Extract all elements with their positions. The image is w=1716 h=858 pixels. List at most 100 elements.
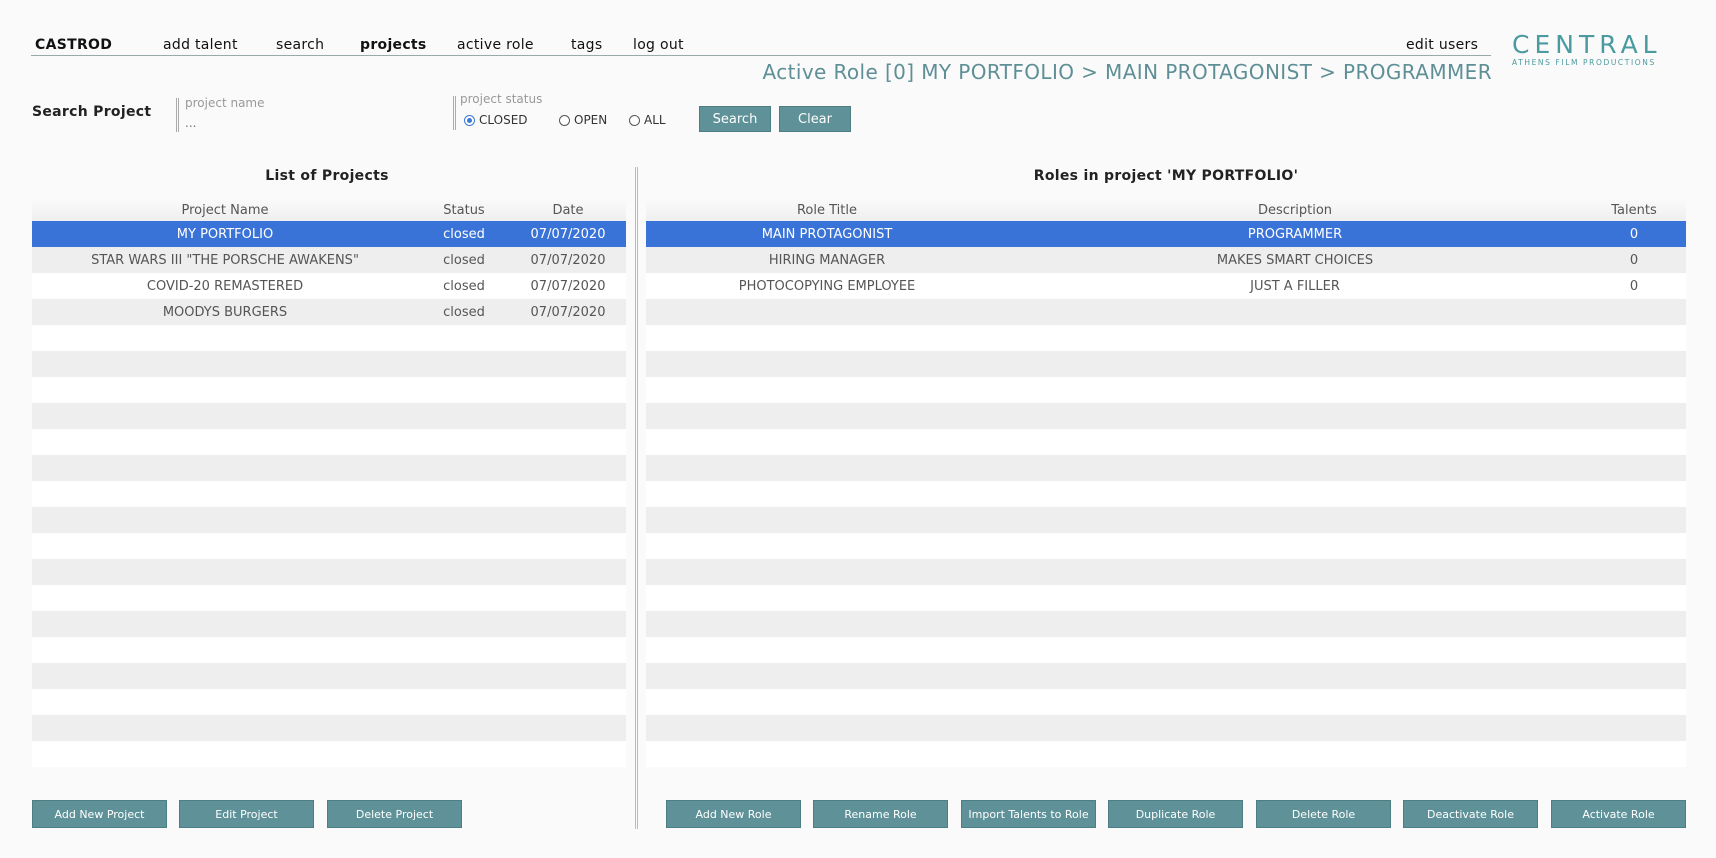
role-row[interactable]: PHOTOCOPYING EMPLOYEE JUST A FILLER 0 (646, 273, 1686, 299)
status-radio-open[interactable]: OPEN (559, 113, 607, 127)
table-cell: MY PORTFOLIO (176, 226, 274, 242)
empty-row (32, 351, 626, 377)
project-row[interactable]: MY PORTFOLIO closed 07/07/2020 (32, 221, 626, 247)
empty-row (646, 585, 1686, 611)
empty-row (646, 299, 1686, 325)
status-open-label: OPEN (574, 113, 608, 127)
add-new-role-button[interactable]: Add New Role (666, 800, 801, 828)
empty-row (646, 715, 1686, 741)
empty-row (646, 637, 1686, 663)
project-row[interactable]: STAR WARS III "THE PORSCHE AWAKENS" close… (32, 247, 626, 273)
table-cell: MOODYS BURGERS (162, 304, 288, 320)
radio-unchecked-icon (629, 114, 640, 126)
brand-castrod[interactable]: CASTROD (35, 37, 112, 53)
central-logo: CENTRAL ATHENS FILM PRODUCTIONS (1512, 30, 1692, 67)
nav-divider (31, 55, 1491, 56)
empty-row (646, 325, 1686, 351)
name-field-bar (176, 98, 179, 132)
table-cell: 07/07/2020 (530, 252, 606, 268)
import-talents-button[interactable]: Import Talents to Role (961, 800, 1096, 828)
project-row[interactable]: COVID-20 REMASTERED closed 07/07/2020 (32, 273, 626, 299)
status-radio-all[interactable]: ALL (629, 113, 666, 127)
empty-row (32, 715, 626, 741)
nav-tags[interactable]: tags (571, 37, 602, 53)
duplicate-role-button[interactable]: Duplicate Role (1108, 800, 1243, 828)
table-cell: closed (443, 226, 485, 242)
empty-row (32, 663, 626, 689)
nav-projects[interactable]: projects (360, 37, 427, 53)
empty-row (32, 429, 626, 455)
table-cell: 0 (1629, 226, 1639, 242)
empty-row (646, 351, 1686, 377)
project-row[interactable]: MOODYS BURGERS closed 07/07/2020 (32, 299, 626, 325)
empty-row (32, 325, 626, 351)
roles-table-body: MAIN PROTAGONIST PROGRAMMER 0 HIRING MANAGE… (646, 221, 1686, 767)
project-status-label: project status (460, 92, 543, 106)
add-new-project-button[interactable]: Add New Project (32, 800, 167, 828)
empty-row (646, 559, 1686, 585)
roles-table: Role Title Description Talents MAIN PROT… (646, 199, 1686, 767)
project-name-input[interactable] (185, 116, 425, 130)
empty-row (32, 611, 626, 637)
role-row[interactable]: MAIN PROTAGONIST PROGRAMMER 0 (646, 221, 1686, 247)
table-cell: MAKES SMART CHOICES (1216, 252, 1374, 268)
project-name-label: project name (185, 96, 265, 110)
nav-search[interactable]: search (276, 37, 324, 53)
edit-project-button[interactable]: Edit Project (179, 800, 314, 828)
col-project-name[interactable]: Project Name (32, 203, 418, 218)
table-cell: JUST A FILLER (1250, 278, 1340, 294)
nav-add-talent[interactable]: add talent (163, 37, 238, 53)
table-cell: 07/07/2020 (530, 278, 606, 294)
roles-panel-title: Roles in project 'MY PORTFOLIO' (1033, 168, 1299, 184)
empty-row (646, 689, 1686, 715)
empty-row (646, 507, 1686, 533)
role-row[interactable]: HIRING MANAGER MAKES SMART CHOICES 0 (646, 247, 1686, 273)
clear-button[interactable]: Clear (779, 106, 851, 132)
projects-table-body: MY PORTFOLIO closed 07/07/2020 STAR WARS II… (32, 221, 626, 767)
empty-row (32, 533, 626, 559)
col-date[interactable]: Date (510, 203, 626, 218)
col-role-title[interactable]: Role Title (646, 203, 1008, 218)
activate-role-button[interactable]: Activate Role (1551, 800, 1686, 828)
table-cell: closed (443, 304, 485, 320)
empty-row (32, 377, 626, 403)
table-cell: 07/07/2020 (530, 226, 606, 242)
table-cell: 07/07/2020 (530, 304, 606, 320)
projects-table: Project Name Status Date MY PORTFOLIO clo… (32, 199, 626, 767)
table-cell: 0 (1629, 252, 1639, 268)
empty-row (32, 507, 626, 533)
status-field-bar (453, 96, 456, 130)
logo-sub-text: ATHENS FILM PRODUCTIONS (1512, 58, 1656, 67)
table-cell: closed (443, 278, 485, 294)
table-cell: 0 (1629, 278, 1639, 294)
status-radio-closed[interactable]: CLOSED (464, 113, 528, 127)
empty-row (646, 741, 1686, 767)
delete-role-button[interactable]: Delete Role (1256, 800, 1391, 828)
empty-row (32, 585, 626, 611)
nav-edit-users[interactable]: edit users (1406, 37, 1478, 53)
empty-row (32, 559, 626, 585)
empty-row (32, 741, 626, 767)
nav-active-role[interactable]: active role (457, 37, 534, 53)
table-cell: PHOTOCOPYING EMPLOYEE (738, 278, 916, 294)
projects-panel-title: List of Projects (265, 168, 389, 184)
search-button[interactable]: Search (699, 106, 771, 132)
roles-table-header: Role Title Description Talents (646, 199, 1686, 221)
table-cell: STAR WARS III "THE PORSCHE AWAKENS" (91, 252, 359, 268)
rename-role-button[interactable]: Rename Role (813, 800, 948, 828)
nav-log-out[interactable]: log out (633, 37, 684, 53)
empty-row (646, 403, 1686, 429)
status-closed-label: CLOSED (479, 113, 528, 127)
delete-project-button[interactable]: Delete Project (327, 800, 462, 828)
active-role-breadcrumb: Active Role [0] MY PORTFOLIO > MAIN PROT… (762, 60, 1492, 84)
col-talents[interactable]: Talents (1582, 203, 1686, 218)
status-all-label: ALL (644, 113, 666, 127)
empty-row (32, 689, 626, 715)
search-project-label: Search Project (32, 104, 152, 120)
panel-divider[interactable] (635, 167, 638, 829)
empty-row (646, 377, 1686, 403)
col-description[interactable]: Description (1008, 203, 1582, 218)
logo-main-text: CENTRAL (1512, 30, 1662, 59)
col-status[interactable]: Status (418, 203, 510, 218)
deactivate-role-button[interactable]: Deactivate Role (1403, 800, 1538, 828)
